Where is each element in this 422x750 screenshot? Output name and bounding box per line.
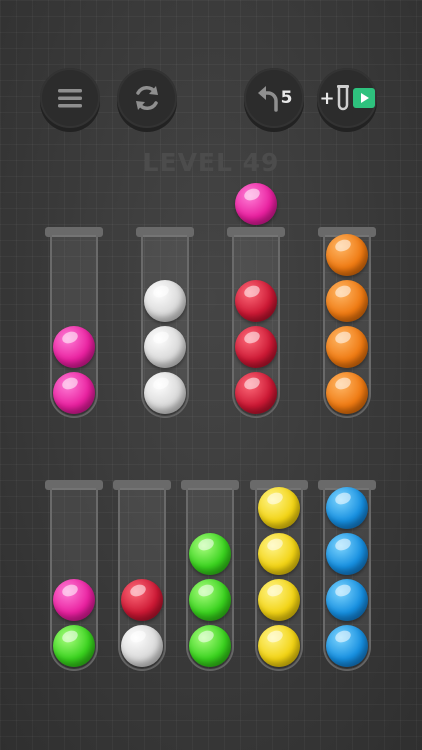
blue-ball (326, 533, 368, 575)
undo-icon (257, 86, 278, 112)
pink-ball (53, 372, 95, 414)
green-ball (53, 625, 95, 667)
restart-icon (136, 86, 158, 110)
orange-ball (326, 372, 368, 414)
pink-ball (53, 326, 95, 368)
orange-ball (326, 280, 368, 322)
white-ball (121, 625, 163, 667)
red-ball (235, 372, 277, 414)
red-ball (235, 326, 277, 368)
test-tube-icon (336, 85, 349, 111)
blue-ball (326, 579, 368, 621)
undo-count: 5 (280, 88, 293, 108)
orange-ball (326, 234, 368, 276)
white-ball (144, 372, 186, 414)
orange-ball (326, 326, 368, 368)
menu-button[interactable] (40, 68, 100, 128)
pink-ball (53, 579, 95, 621)
level-label: LEVEL 49 (142, 148, 280, 177)
blue-ball (326, 487, 368, 529)
restart-button[interactable] (117, 68, 177, 128)
yellow-ball (258, 533, 300, 575)
menu-icon (58, 89, 82, 108)
yellow-ball (258, 579, 300, 621)
green-ball (189, 533, 231, 575)
red-ball (235, 280, 277, 322)
add-tube-button[interactable]: + (317, 68, 377, 128)
undo-button[interactable]: 5 (244, 68, 304, 128)
green-ball (189, 625, 231, 667)
green-ball (189, 579, 231, 621)
yellow-ball (258, 487, 300, 529)
yellow-ball (258, 625, 300, 667)
white-ball (144, 280, 186, 322)
lifted-ball[interactable] (235, 183, 277, 225)
red-ball (121, 579, 163, 621)
video-ad-icon (352, 88, 375, 108)
white-ball (144, 326, 186, 368)
add-tube-plus: + (319, 87, 335, 109)
blue-ball (326, 625, 368, 667)
